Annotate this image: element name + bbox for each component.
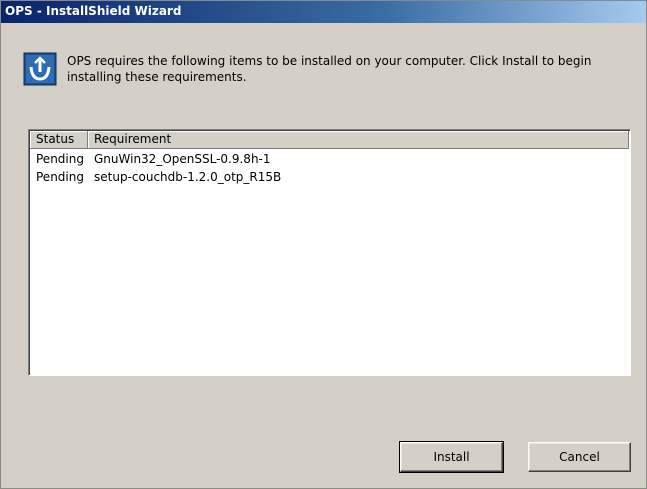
- status-cell: Pending: [36, 152, 84, 166]
- window-title: OPS - InstallShield Wizard: [5, 4, 182, 18]
- list-item[interactable]: Pending GnuWin32_OpenSSL-0.9.8h-1: [30, 150, 629, 168]
- cancel-button[interactable]: Cancel: [528, 442, 631, 472]
- title-bar[interactable]: OPS - InstallShield Wizard: [1, 1, 646, 23]
- installshield-icon: [23, 52, 57, 86]
- installer-window: OPS - InstallShield Wizard OPS requires …: [0, 0, 647, 489]
- list-item[interactable]: Pending setup-couchdb-1.2.0_otp_R15B: [30, 168, 629, 186]
- requirement-cell: GnuWin32_OpenSSL-0.9.8h-1: [94, 152, 271, 166]
- column-header-requirement[interactable]: Requirement: [88, 131, 629, 149]
- install-button[interactable]: Install: [399, 441, 504, 473]
- header-message: OPS requires the following items to be i…: [67, 54, 592, 84]
- column-header-status[interactable]: Status: [30, 131, 88, 149]
- status-cell: Pending: [36, 170, 84, 184]
- list-header: Status Requirement: [30, 131, 629, 149]
- requirements-list[interactable]: Status Requirement Pending GnuWin32_Open…: [28, 129, 631, 376]
- requirement-cell: setup-couchdb-1.2.0_otp_R15B: [94, 170, 282, 184]
